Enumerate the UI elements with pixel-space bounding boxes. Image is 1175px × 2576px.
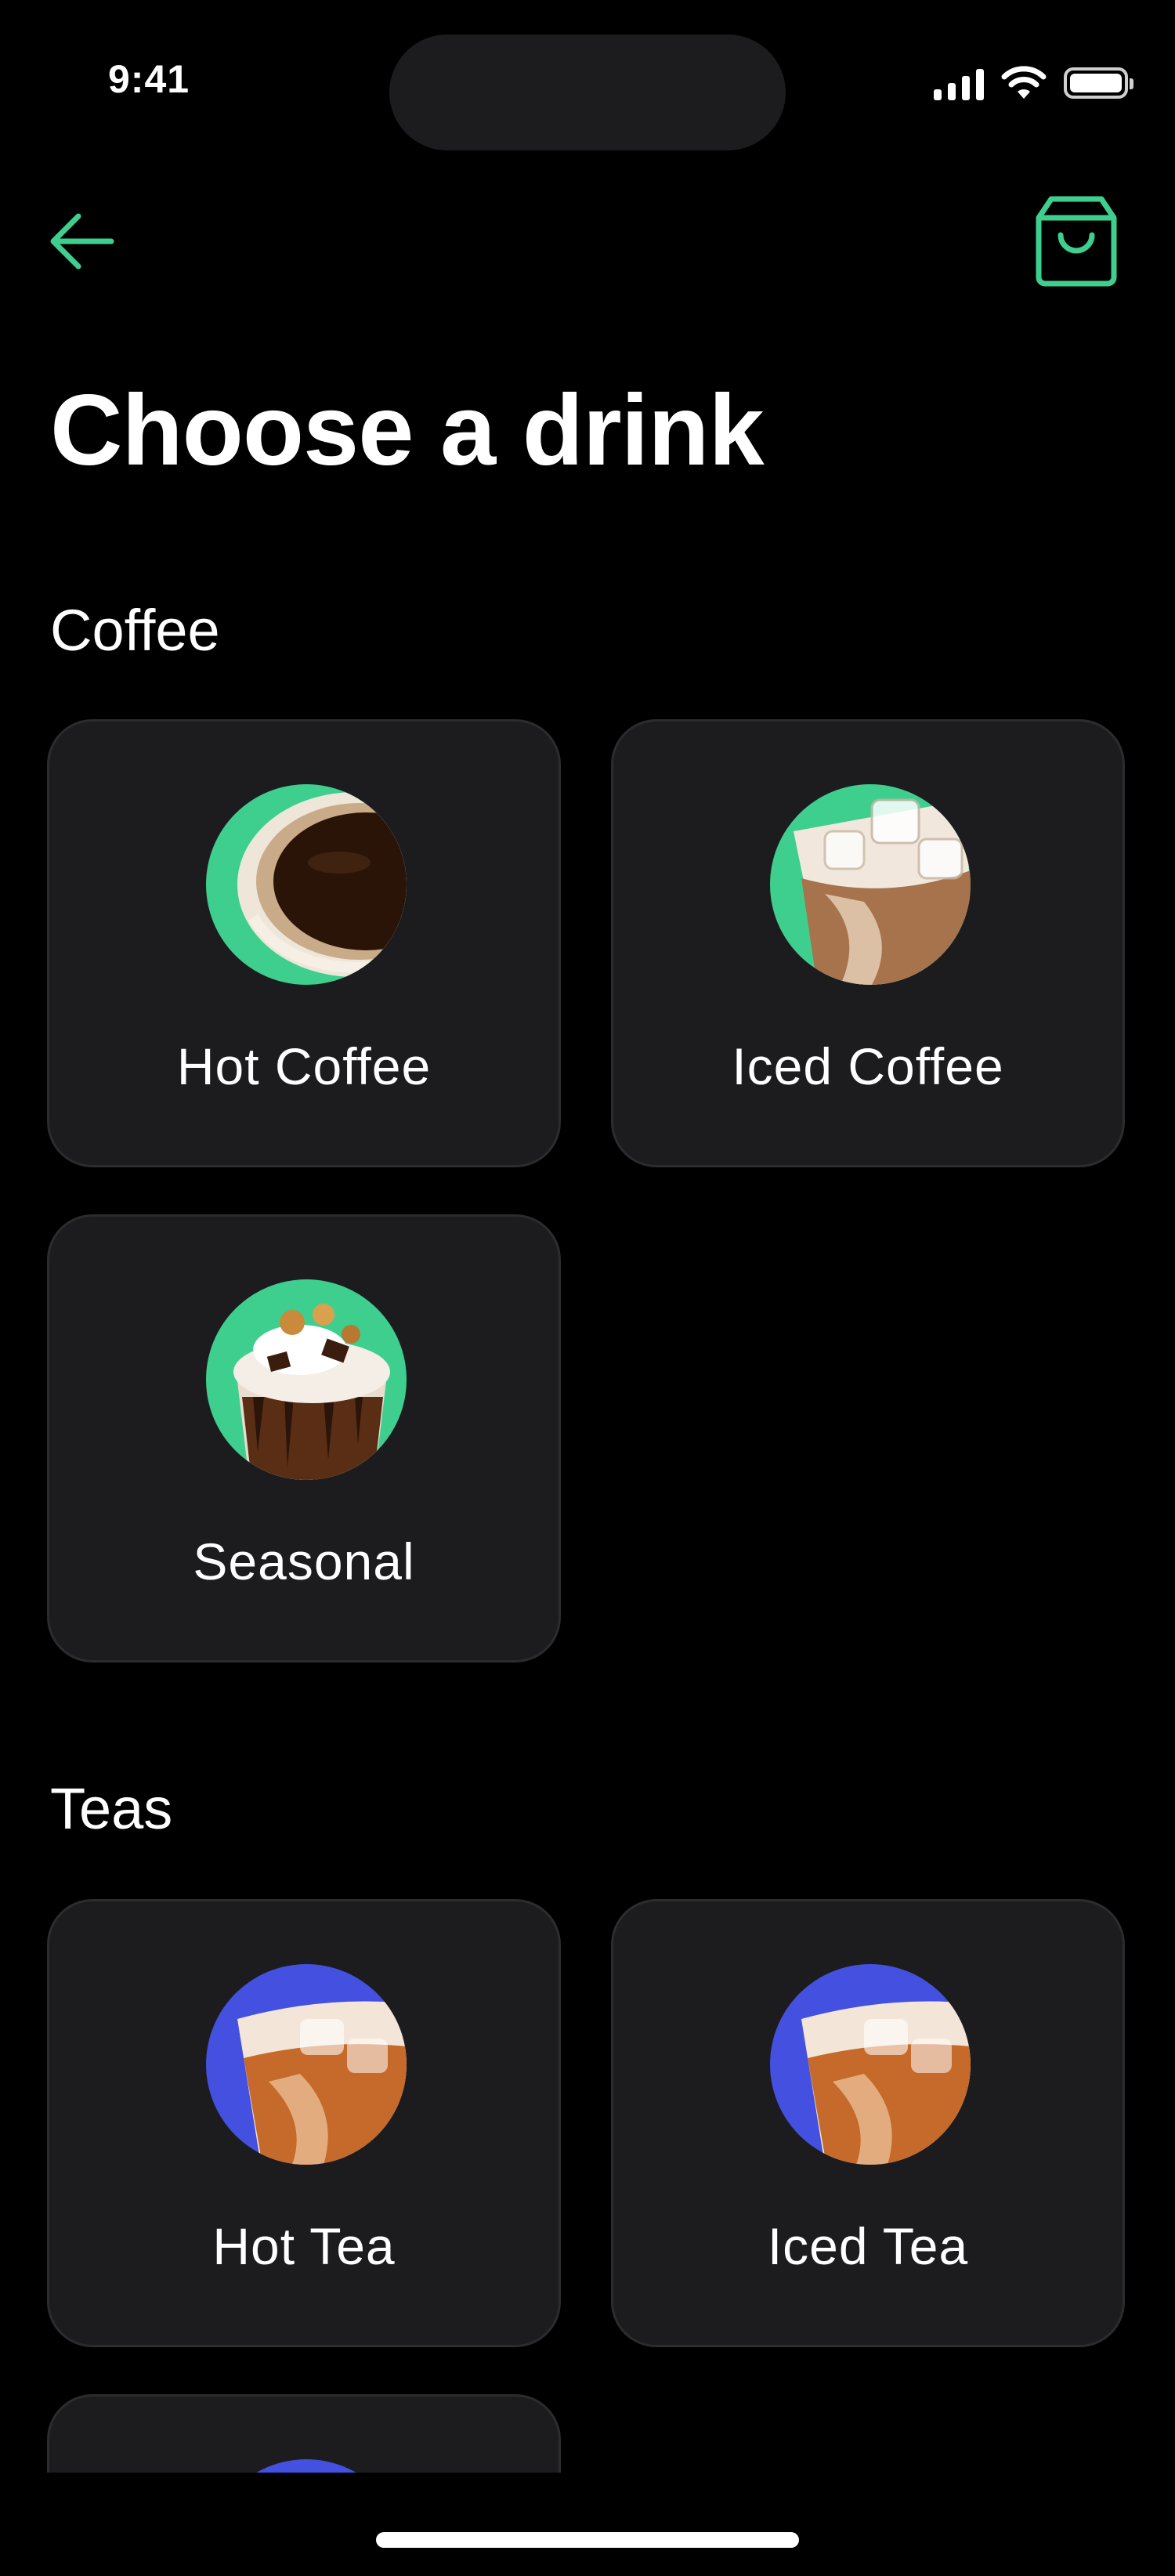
hot-coffee-image xyxy=(206,784,407,985)
wifi-icon xyxy=(1001,66,1047,99)
drink-card-iced-tea[interactable]: Iced Tea xyxy=(611,1899,1125,2347)
hot-tea-image xyxy=(206,1964,407,2165)
status-time: 9:41 xyxy=(108,57,190,101)
status-icons xyxy=(934,61,1133,105)
drink-card-label: Hot Tea xyxy=(212,2217,396,2275)
drink-card-hot-tea[interactable]: Hot Tea xyxy=(47,1899,561,2347)
home-indicator xyxy=(376,2532,799,2548)
page-title: Choose a drink xyxy=(50,374,765,487)
drink-card-label: Iced Tea xyxy=(767,2217,969,2275)
section-title-teas: Teas xyxy=(50,1776,173,1841)
cart-button[interactable] xyxy=(1032,196,1120,287)
drink-card-label: Iced Coffee xyxy=(732,1037,1004,1095)
drink-card-partial[interactable] xyxy=(47,2394,561,2473)
back-button[interactable] xyxy=(47,205,119,277)
arrow-left-icon xyxy=(50,213,114,270)
drink-thumbnail-partial xyxy=(206,2459,407,2473)
drink-card-iced-coffee[interactable]: Iced Coffee xyxy=(611,719,1125,1167)
iced-tea-image xyxy=(770,1964,971,2165)
drink-card-hot-coffee[interactable]: Hot Coffee xyxy=(47,719,561,1167)
status-bar: 9:41 xyxy=(0,0,1175,165)
seasonal-drink-image xyxy=(206,1279,407,1480)
section-title-coffee: Coffee xyxy=(50,598,220,663)
battery-icon xyxy=(1064,67,1133,99)
drink-card-label: Seasonal xyxy=(193,1532,415,1590)
iced-coffee-image xyxy=(770,784,971,985)
cellular-signal-icon xyxy=(934,66,984,100)
drink-card-seasonal[interactable]: Seasonal xyxy=(47,1214,561,1662)
drink-card-label: Hot Coffee xyxy=(176,1037,432,1095)
shopping-bag-icon xyxy=(1036,196,1117,287)
dynamic-island xyxy=(389,34,786,150)
